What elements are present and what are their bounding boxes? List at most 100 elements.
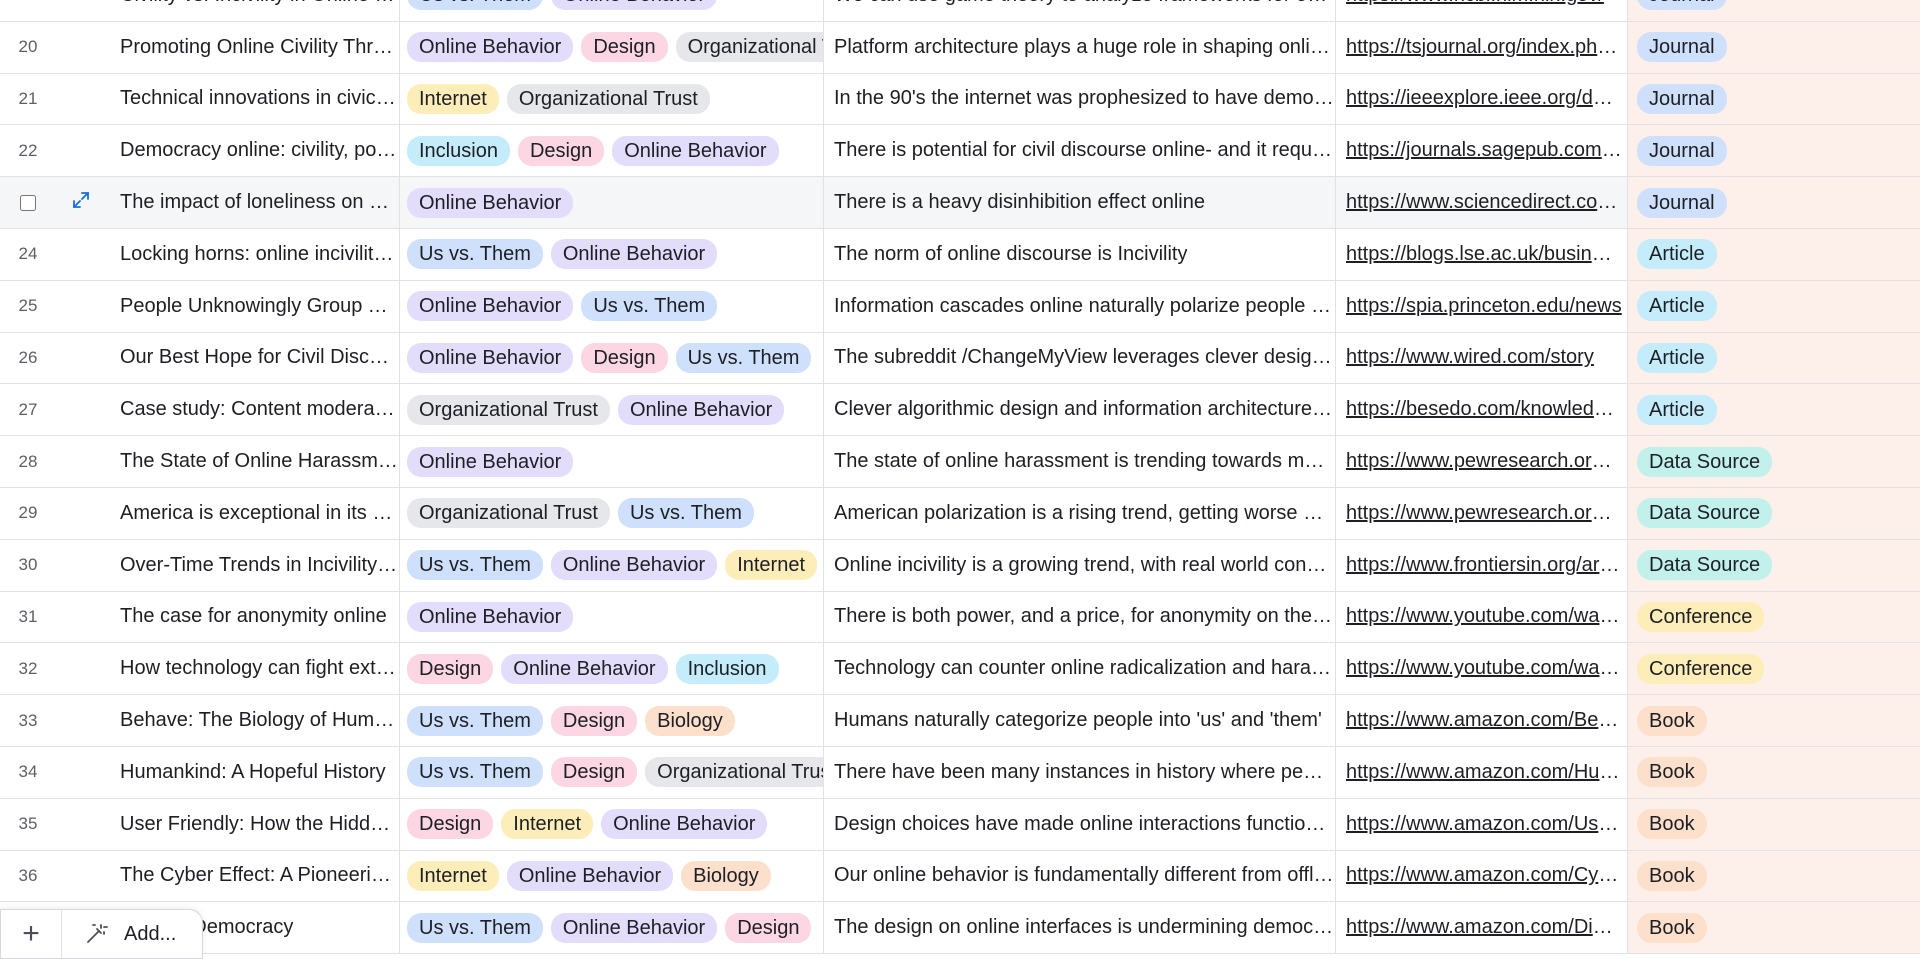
link-cell[interactable]: https://besedo.com/knowledge-hub <box>1336 384 1628 436</box>
type-cell[interactable]: Book <box>1628 695 1920 746</box>
tags-cell[interactable]: Us vs. Them Online Behavior Internet <box>400 539 824 591</box>
title-cell[interactable]: America is exceptional in its political … <box>106 487 400 539</box>
table-row[interactable]: 32 How technology can fight extremism and… <box>0 643 1920 696</box>
link-cell[interactable]: https://www.youtube.com/watch <box>1336 643 1628 695</box>
summary-cell[interactable]: There is both power, and a price, for an… <box>824 591 1336 643</box>
type-cell[interactable]: Journal <box>1628 0 1920 21</box>
tags-cell[interactable]: Us vs. ThemOnline Behavior <box>400 0 824 21</box>
summary-cell[interactable]: The norm of online discourse is Incivili… <box>824 228 1336 280</box>
link-cell[interactable]: https://www.amazon.com/Humankind <box>1336 746 1628 798</box>
summary-cell[interactable]: There is potential for civil discourse o… <box>824 125 1336 177</box>
type-cell[interactable]: Journal <box>1628 21 1920 73</box>
summary-cell[interactable]: Our online behavior is fundamentally dif… <box>824 850 1336 902</box>
source-link[interactable]: https://www.youtube.com/watch <box>1346 605 1622 628</box>
link-cell[interactable]: https://www.pewresearch.org/internet <box>1336 436 1628 487</box>
link-cell[interactable]: https://www.amazon.com/User-Friendly <box>1336 798 1628 850</box>
tags-cell[interactable]: Us vs. Them Design Organizational Trust <box>400 746 824 798</box>
table-row[interactable]: 24 Locking horns: online incivility and p… <box>0 228 1920 281</box>
tags-cell[interactable]: Online BehaviorDesignOrganizational Trus… <box>400 21 824 73</box>
title-cell[interactable]: Over-Time Trends in Incivility on Social… <box>106 539 400 591</box>
title-cell[interactable]: Democracy online: civility, politeness, … <box>106 125 400 177</box>
source-link[interactable]: https://www.wired.com/story <box>1346 346 1594 369</box>
title-cell[interactable]: The Cyber Effect: A Pioneering Cyberpsyc… <box>106 850 400 902</box>
type-cell[interactable]: Article <box>1628 332 1920 384</box>
link-cell[interactable]: https://www.youtube.com/watch <box>1336 591 1628 643</box>
type-cell[interactable]: Journal <box>1628 125 1920 177</box>
source-link[interactable]: https://journals.sagepub.com/doi <box>1346 139 1622 162</box>
tags-cell[interactable]: Online Behavior <box>400 591 824 643</box>
table-row[interactable]: 31 The case for anonymity online Online Be… <box>0 591 1920 644</box>
link-cell[interactable]: https://tsjournal.org/index.php/jots <box>1336 21 1628 73</box>
title-cell[interactable]: Locking horns: online incivility and pol… <box>106 228 400 280</box>
table-row[interactable]: 22 Democracy online: civility, politeness… <box>0 125 1920 178</box>
table-row[interactable]: 27 Case study: Content moderation at scal… <box>0 384 1920 437</box>
link-cell[interactable]: https://www.amazon.com/Behave <box>1336 695 1628 746</box>
table-row[interactable]: 26 Our Best Hope for Civil Discourse on t… <box>0 332 1920 385</box>
source-link[interactable]: https://www.amazon.com/Divided <box>1346 916 1622 939</box>
source-link[interactable]: https://blogs.lse.ac.uk/businessreview <box>1346 243 1622 266</box>
tags-cell[interactable]: Internet Online Behavior Biology <box>400 850 824 902</box>
title-cell[interactable]: Our Best Hope for Civil Discourse on the… <box>106 332 400 384</box>
tags-cell[interactable]: Organizational Trust Us vs. Them <box>400 487 824 539</box>
title-cell[interactable]: Behave: The Biology of Humans at Our Bes… <box>106 695 400 746</box>
source-link[interactable]: https://www.youtube.com/watch <box>1346 657 1622 680</box>
tags-cell[interactable]: Internet Organizational Trust <box>400 73 824 125</box>
summary-cell[interactable]: We can use game theory to analyze framew… <box>824 0 1336 21</box>
table-row[interactable]: 36 The Cyber Effect: A Pioneering Cyberps… <box>0 850 1920 903</box>
summary-cell[interactable]: There have been many instances in histor… <box>824 746 1336 798</box>
tags-cell[interactable]: Online Behavior <box>400 177 824 228</box>
summary-cell[interactable]: There is a heavy disinhibition effect on… <box>824 177 1336 228</box>
title-cell[interactable]: Promoting Online Civility Through Platfo… <box>106 21 400 73</box>
type-cell[interactable]: Article <box>1628 280 1920 332</box>
type-cell[interactable]: Data Source <box>1628 436 1920 487</box>
type-cell[interactable]: Data Source <box>1628 539 1920 591</box>
table-row[interactable]: 25 People Unknowingly Group Themselves On… <box>0 280 1920 333</box>
source-link[interactable]: https://ieeexplore.ieee.org/document <box>1346 87 1622 110</box>
source-link[interactable]: https://www.sciencedirect.com/science <box>1346 191 1622 214</box>
source-link[interactable]: https://www.ncbi.nlm.nih.gov/ <box>1346 0 1604 7</box>
table-row[interactable]: 28 The State of Online Harassment Online B… <box>0 436 1920 488</box>
title-cell[interactable]: The State of Online Harassment <box>106 436 400 487</box>
type-cell[interactable]: Conference <box>1628 591 1920 643</box>
summary-cell[interactable]: The subreddit /ChangeMyView leverages cl… <box>824 332 1336 384</box>
source-link[interactable]: https://www.amazon.com/Behave <box>1346 709 1622 732</box>
add-extension-button[interactable]: Add... <box>62 922 176 946</box>
tags-cell[interactable]: Us vs. Them Design Biology <box>400 695 824 746</box>
link-cell[interactable]: https://ieeexplore.ieee.org/document <box>1336 73 1628 125</box>
type-cell[interactable]: Book <box>1628 746 1920 798</box>
summary-cell[interactable]: American polarization is a rising trend,… <box>824 487 1336 539</box>
source-link[interactable]: https://www.amazon.com/Cyber-Effect <box>1346 864 1622 887</box>
source-link[interactable]: https://spia.princeton.edu/news <box>1346 295 1622 318</box>
row-checkbox[interactable] <box>20 194 36 211</box>
tags-cell[interactable]: Design Internet Online Behavior <box>400 798 824 850</box>
expand-record-icon[interactable] <box>71 190 91 215</box>
title-cell[interactable]: The case for anonymity online <box>106 591 400 643</box>
source-link[interactable]: https://www.pewresearch.org/internet <box>1346 450 1622 473</box>
tags-cell[interactable]: Us vs. Them Online Behavior Design <box>400 902 824 954</box>
table-row[interactable]: 30 Over-Time Trends in Incivility on Soci… <box>0 539 1920 592</box>
link-cell[interactable]: https://www.wired.com/story <box>1336 332 1628 384</box>
table-row[interactable]: 21 Technical innovations in civic discour… <box>0 73 1920 126</box>
type-cell[interactable]: Book <box>1628 902 1920 954</box>
source-link[interactable]: https://tsjournal.org/index.php/jots <box>1346 36 1622 59</box>
summary-cell[interactable]: Technology can counter online radicaliza… <box>824 643 1336 695</box>
link-cell[interactable]: https://spia.princeton.edu/news <box>1336 280 1628 332</box>
link-cell[interactable]: https://www.amazon.com/Divided <box>1336 902 1628 954</box>
summary-cell[interactable]: Platform architecture plays a huge role … <box>824 21 1336 73</box>
summary-cell[interactable]: The state of online harassment is trendi… <box>824 436 1336 487</box>
title-cell[interactable]: User Friendly: How the Hidden Rules of D… <box>106 798 400 850</box>
title-cell[interactable]: Case study: Content moderation at scale <box>106 384 400 436</box>
tags-cell[interactable]: Us vs. ThemOnline Behavior <box>400 228 824 280</box>
table-row[interactable]: 35 User Friendly: How the Hidden Rules of… <box>0 798 1920 851</box>
title-cell[interactable]: Civility vs. Incivility in Online Spaces <box>106 0 400 21</box>
summary-cell[interactable]: Online incivility is a growing trend, wi… <box>824 539 1336 591</box>
source-link[interactable]: https://www.amazon.com/User-Friendly <box>1346 813 1622 836</box>
table-row[interactable]: 37Divided DemocracyUs vs. ThemOnline Beh… <box>0 902 1920 955</box>
table-row[interactable]: 34 Humankind: A Hopeful History Us vs. The… <box>0 746 1920 799</box>
summary-cell[interactable]: Clever algorithmic design and informatio… <box>824 384 1336 436</box>
type-cell[interactable]: Article <box>1628 384 1920 436</box>
summary-cell[interactable]: In the 90's the internet was prophesized… <box>824 73 1336 125</box>
tags-cell[interactable]: Online Behavior Us vs. Them <box>400 280 824 332</box>
summary-cell[interactable]: Information cascades online naturally po… <box>824 280 1336 332</box>
title-cell[interactable]: The impact of loneliness on online disin… <box>106 177 400 228</box>
